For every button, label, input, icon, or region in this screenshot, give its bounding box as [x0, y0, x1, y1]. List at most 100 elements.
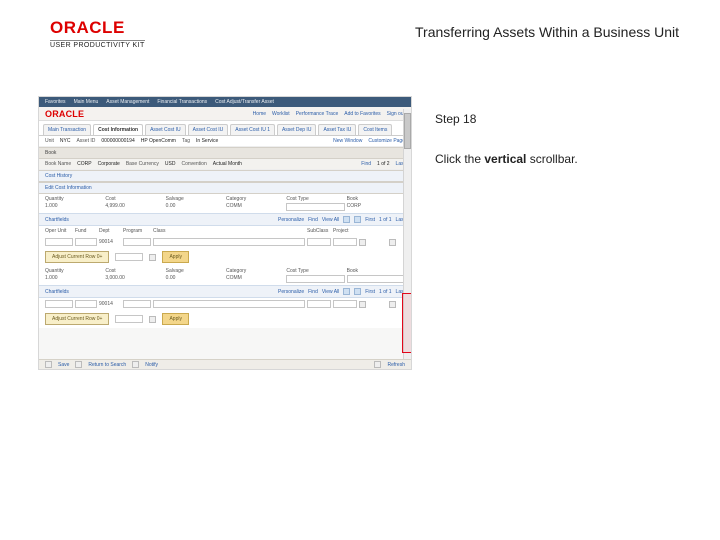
lookup-icon[interactable] — [359, 301, 366, 308]
inp-fund[interactable] — [75, 238, 97, 246]
link-new-window[interactable]: New Window — [333, 138, 362, 144]
tab-asset-cost-iu-2[interactable]: Asset Cost IU — [188, 124, 229, 135]
page-title: Transferring Assets Within a Business Un… — [415, 24, 679, 40]
lookup-icon[interactable] — [389, 239, 396, 246]
currency-icon[interactable] — [149, 316, 156, 323]
currency-icon[interactable] — [149, 254, 156, 261]
link-perf[interactable]: Performance Trace — [296, 111, 339, 117]
inp2-class[interactable] — [153, 300, 305, 308]
tab-asset-tax-iu[interactable]: Asset Tax IU — [318, 124, 356, 135]
cf-pager: 1 of 1 — [379, 217, 392, 223]
g2-input-ctype[interactable] — [286, 275, 344, 283]
tab-cost-information[interactable]: Cost Information — [93, 124, 143, 135]
tab-cost-items[interactable]: Cost Items — [358, 124, 392, 135]
cf2-first[interactable]: First — [365, 289, 375, 295]
adjust-row-button[interactable]: Adjust Current Row 0+ — [45, 251, 109, 263]
link-home[interactable]: Home — [253, 111, 266, 117]
footer-notify[interactable]: Notify — [145, 362, 158, 368]
section-cost-history[interactable]: Cost History — [39, 170, 411, 182]
info-row-2: Book Name CORP Corporate Base Currency U… — [39, 159, 411, 170]
g2v-salv: 0.00 — [166, 275, 224, 281]
menubar-item[interactable]: Main Menu — [74, 97, 99, 107]
lbl-basecur: Base Currency — [126, 161, 159, 167]
step-label: Step 18 — [435, 112, 476, 126]
grid-icon[interactable] — [343, 216, 350, 223]
instruction-post: scrollbar. — [526, 152, 577, 166]
grid-icon[interactable] — [343, 288, 350, 295]
g2l-cat: Category — [226, 268, 284, 274]
brand-logo: ORACLE — [45, 109, 84, 119]
footer-refresh[interactable]: Refresh — [387, 362, 405, 368]
inp-class[interactable] — [153, 238, 305, 246]
inp2-subclass[interactable] — [307, 300, 331, 308]
cf-viewall[interactable]: View All — [322, 217, 339, 223]
scrollbar-thumb[interactable] — [404, 113, 411, 149]
tab-asset-cost-iu1[interactable]: Asset Cost IU 1 — [230, 124, 275, 135]
tab-asset-cost-iu[interactable]: Asset Cost IU — [145, 124, 186, 135]
val-conv: Actual Month — [213, 161, 242, 167]
chartfields-head-1: Oper Unit Fund Dept Program Class SubCla… — [39, 226, 411, 236]
save-icon[interactable] — [45, 361, 52, 368]
cf2-pager: 1 of 1 — [379, 289, 392, 295]
footer-save[interactable]: Save — [58, 362, 69, 368]
vertical-scrollbar[interactable] — [403, 109, 411, 359]
th-dept: Dept — [99, 228, 121, 234]
apply-button[interactable]: Apply — [162, 251, 189, 263]
adjust-input-2[interactable] — [115, 315, 143, 323]
download-icon[interactable] — [354, 216, 361, 223]
menubar-item[interactable]: Financial Transactions — [157, 97, 207, 107]
menubar-item[interactable]: Asset Management — [106, 97, 149, 107]
link-worklist[interactable]: Worklist — [272, 111, 290, 117]
cf2-personalize[interactable]: Personalize — [278, 289, 304, 295]
th-operunit: Oper Unit — [45, 228, 73, 234]
download-icon[interactable] — [354, 288, 361, 295]
g1v-cost: 4,999.00 — [105, 203, 163, 209]
link-customize[interactable]: Customize Page — [368, 138, 405, 144]
lookup-icon[interactable] — [359, 239, 366, 246]
inp-subclass[interactable] — [307, 238, 331, 246]
inp2-project[interactable] — [333, 300, 357, 308]
g2v-qty: 1.000 — [45, 275, 103, 281]
refresh-icon[interactable] — [374, 361, 381, 368]
inp2-fund[interactable] — [75, 300, 97, 308]
menubar-item[interactable]: Favorites — [45, 97, 66, 107]
g1v-cat: COMM — [226, 203, 284, 209]
link-fav[interactable]: Add to Favorites — [344, 111, 380, 117]
lbl-conv: Convention — [181, 161, 206, 167]
th-program: Program — [123, 228, 151, 234]
menubar-item[interactable]: Cost Adjust/Transfer Asset — [215, 97, 274, 107]
g1-input-ctype[interactable] — [286, 203, 344, 211]
notify-icon[interactable] — [132, 361, 139, 368]
g2l-salv: Salvage — [166, 268, 224, 274]
val-dept: 90014 — [99, 239, 121, 245]
lookup-icon[interactable] — [389, 301, 396, 308]
cf2-viewall[interactable]: View All — [322, 289, 339, 295]
inp2-program[interactable] — [123, 300, 151, 308]
instruction-pre: Click the — [435, 152, 484, 166]
cf-find[interactable]: Find — [308, 217, 318, 223]
link-find[interactable]: Find — [361, 161, 371, 167]
inp-project[interactable] — [333, 238, 357, 246]
adjust-input[interactable] — [115, 253, 143, 261]
val-assetid: 000000000194 — [101, 138, 134, 144]
val2-dept: 90014 — [99, 301, 121, 307]
tab-main-transaction[interactable]: Main Transaction — [43, 124, 91, 135]
footer-return[interactable]: Return to Search — [88, 362, 126, 368]
g1l-book: Book — [347, 196, 405, 202]
apply-button-2[interactable]: Apply — [162, 313, 189, 325]
cf-first[interactable]: First — [365, 217, 375, 223]
g2l-book: Book — [347, 268, 405, 274]
section-edit-cost[interactable]: Edit Cost Information — [39, 182, 411, 194]
cf-personalize[interactable]: Personalize — [278, 217, 304, 223]
g2-input-book[interactable] — [347, 275, 405, 283]
cf2-find[interactable]: Find — [308, 289, 318, 295]
adjust-row-button-2[interactable]: Adjust Current Row 0+ — [45, 313, 109, 325]
inp-operunit[interactable] — [45, 238, 73, 246]
inp-program[interactable] — [123, 238, 151, 246]
inp2-operunit[interactable] — [45, 300, 73, 308]
cost-grid-2: Quantity1.000 Cost3,000.00 Salvage0.00 C… — [39, 266, 411, 285]
return-icon[interactable] — [75, 361, 82, 368]
tab-asset-dep-iu[interactable]: Asset Dep IU — [277, 124, 316, 135]
chartfields-bar-1: Chartfields Personalize Find View All Fi… — [39, 213, 411, 226]
val-basecur: USD — [165, 161, 176, 167]
